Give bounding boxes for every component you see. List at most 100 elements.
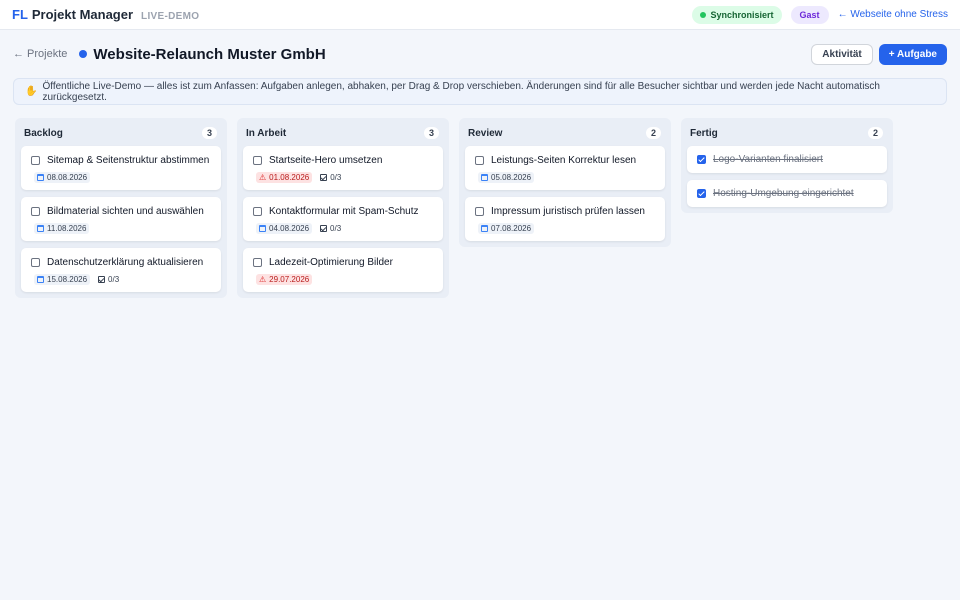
column-title: Backlog xyxy=(24,127,63,139)
overdue-date-chip: ⚠ 29.07.2026 xyxy=(256,274,313,285)
subtask-count-chip: 0/3 xyxy=(98,274,122,285)
subtask-count-chip: 0/3 xyxy=(320,223,344,234)
kanban-column[interactable]: Review 2 Leistungs-Seiten Korrektur lesen 0… xyxy=(459,118,671,247)
checklist-icon xyxy=(98,276,106,283)
topbar-actions: Synchronisiert Gast ← Webseite ohne Stre… xyxy=(691,5,948,24)
task-card[interactable]: Hosting-Umgebung eingerichtet xyxy=(687,180,887,207)
warning-icon: ⚠ xyxy=(259,173,267,182)
task-card-top: Datenschutzerklärung aktualisieren xyxy=(31,257,211,268)
due-date-chip: 11.08.2026 xyxy=(34,223,90,234)
task-checkbox[interactable] xyxy=(253,207,262,216)
task-meta: 11.08.2026 xyxy=(31,223,211,234)
calendar-icon xyxy=(481,174,488,181)
task-meta: ⚠ 01.08.2026 0/3 xyxy=(253,172,433,183)
task-title: Leistungs-Seiten Korrektur lesen xyxy=(491,155,637,166)
activity-button[interactable]: Aktivität xyxy=(811,43,873,65)
task-title: Sitemap & Seitenstruktur abstimmen xyxy=(47,155,210,166)
task-checkbox[interactable] xyxy=(253,258,262,267)
column-header: In Arbeit 3 xyxy=(243,124,443,142)
due-date-text: 07.08.2026 xyxy=(491,224,532,233)
task-card-top: Sitemap & Seitenstruktur abstimmen xyxy=(31,155,211,166)
calendar-icon xyxy=(259,225,266,232)
task-meta: 05.08.2026 xyxy=(475,172,655,183)
task-card-top: Hosting-Umgebung eingerichtet xyxy=(697,188,877,199)
back-to-projects-link[interactable]: ← Projekte xyxy=(13,48,67,60)
task-card[interactable]: Logo-Varianten finalisiert xyxy=(687,146,887,173)
task-checkbox[interactable] xyxy=(31,258,40,267)
demo-tag: LIVE-DEMO xyxy=(141,11,200,22)
task-card-top: Ladezeit-Optimierung Bilder xyxy=(253,257,433,268)
warning-icon: ⚠ xyxy=(259,275,267,284)
task-card-top: Startseite-Hero umsetzen xyxy=(253,155,433,166)
column-header: Review 2 xyxy=(465,124,665,142)
column-count-badge: 3 xyxy=(201,127,217,139)
task-title: Hosting-Umgebung eingerichtet xyxy=(713,188,854,199)
logo-mark: FL xyxy=(12,7,28,22)
task-meta: 15.08.2026 0/3 xyxy=(31,274,211,285)
task-title: Impressum juristisch prüfen lassen xyxy=(491,206,645,217)
due-date-text: 11.08.2026 xyxy=(47,224,87,233)
sync-dot-icon xyxy=(699,11,706,18)
kanban-column[interactable]: Backlog 3 Sitemap & Seitenstruktur abstimm… xyxy=(15,118,227,298)
subtask-count-chip: 0/3 xyxy=(320,172,344,183)
column-header: Backlog 3 xyxy=(21,124,221,142)
app-logo[interactable]: FL Projekt Manager LIVE-DEMO xyxy=(12,7,199,22)
calendar-icon xyxy=(481,225,488,232)
due-date-text: 01.08.2026 xyxy=(269,173,310,182)
column-count-badge: 3 xyxy=(423,127,439,139)
checklist-icon xyxy=(320,225,328,232)
task-card[interactable]: Bildmaterial sichten und auswählen 11.08.… xyxy=(21,197,221,241)
task-checkbox[interactable] xyxy=(475,156,484,165)
due-date-chip: 04.08.2026 xyxy=(256,223,313,234)
task-card[interactable]: Sitemap & Seitenstruktur abstimmen 08.08.… xyxy=(21,146,221,190)
task-checkbox[interactable] xyxy=(31,207,40,216)
demo-notice: ✋ Öffentliche Live-Demo — alles ist zum … xyxy=(13,78,947,105)
task-checkbox[interactable] xyxy=(697,155,706,164)
calendar-icon xyxy=(37,276,44,283)
kanban-column[interactable]: Fertig 2 Logo-Varianten finalisiert Hosting… xyxy=(681,118,893,213)
due-date-text: 29.07.2026 xyxy=(269,275,310,284)
task-card-top: Bildmaterial sichten und auswählen xyxy=(31,206,211,217)
column-title: Review xyxy=(468,127,503,139)
header-actions: Aktivität + Aufgabe xyxy=(811,43,947,65)
task-checkbox[interactable] xyxy=(31,156,40,165)
kanban-board: Backlog 3 Sitemap & Seitenstruktur abstimm… xyxy=(0,105,960,298)
task-card-top: Kontaktformular mit Spam-Schutz xyxy=(253,206,433,217)
due-date-text: 08.08.2026 xyxy=(47,173,88,182)
project-color-dot xyxy=(79,50,88,58)
task-card[interactable]: Startseite-Hero umsetzen ⚠ 01.08.2026 0/3 xyxy=(243,146,443,190)
due-date-text: 15.08.2026 xyxy=(47,275,88,284)
task-checkbox[interactable] xyxy=(253,156,262,165)
page-title: Website-Relaunch Muster GmbH xyxy=(93,45,326,63)
task-title: Bildmaterial sichten und auswählen xyxy=(47,206,204,217)
website-link[interactable]: ← Webseite ohne Stress xyxy=(838,9,948,20)
subtask-count-text: 0/3 xyxy=(330,173,342,182)
task-card[interactable]: Kontaktformular mit Spam-Schutz 04.08.202… xyxy=(243,197,443,241)
checklist-icon xyxy=(320,174,328,181)
task-card[interactable]: Impressum juristisch prüfen lassen 07.08.… xyxy=(465,197,665,241)
hand-icon: ✋ xyxy=(25,86,38,97)
due-date-text: 05.08.2026 xyxy=(491,173,532,182)
user-badge[interactable]: Gast xyxy=(790,5,829,24)
column-count-badge: 2 xyxy=(645,127,661,139)
task-card[interactable]: Ladezeit-Optimierung Bilder ⚠ 29.07.2026 xyxy=(243,248,443,292)
task-meta: ⚠ 29.07.2026 xyxy=(253,274,433,285)
kanban-column[interactable]: In Arbeit 3 Startseite-Hero umsetzen ⚠ 01.08… xyxy=(237,118,449,298)
task-checkbox[interactable] xyxy=(475,207,484,216)
task-meta: 08.08.2026 xyxy=(31,172,211,183)
task-title: Kontaktformular mit Spam-Schutz xyxy=(269,206,419,217)
app-name: Projekt Manager xyxy=(31,7,134,22)
calendar-icon xyxy=(37,174,44,181)
column-header: Fertig 2 xyxy=(687,124,887,142)
add-task-button[interactable]: + Aufgabe xyxy=(878,43,947,65)
task-title: Startseite-Hero umsetzen xyxy=(269,155,383,166)
due-date-chip: 08.08.2026 xyxy=(34,172,91,183)
sync-status-badge: Synchronisiert xyxy=(691,5,782,24)
task-card[interactable]: Leistungs-Seiten Korrektur lesen 05.08.20… xyxy=(465,146,665,190)
subtask-count-text: 0/3 xyxy=(330,224,342,233)
column-count-badge: 2 xyxy=(867,127,883,139)
due-date-chip: 05.08.2026 xyxy=(478,172,535,183)
task-title: Logo-Varianten finalisiert xyxy=(713,154,823,165)
task-card[interactable]: Datenschutzerklärung aktualisieren 15.08.… xyxy=(21,248,221,292)
task-checkbox[interactable] xyxy=(697,189,706,198)
